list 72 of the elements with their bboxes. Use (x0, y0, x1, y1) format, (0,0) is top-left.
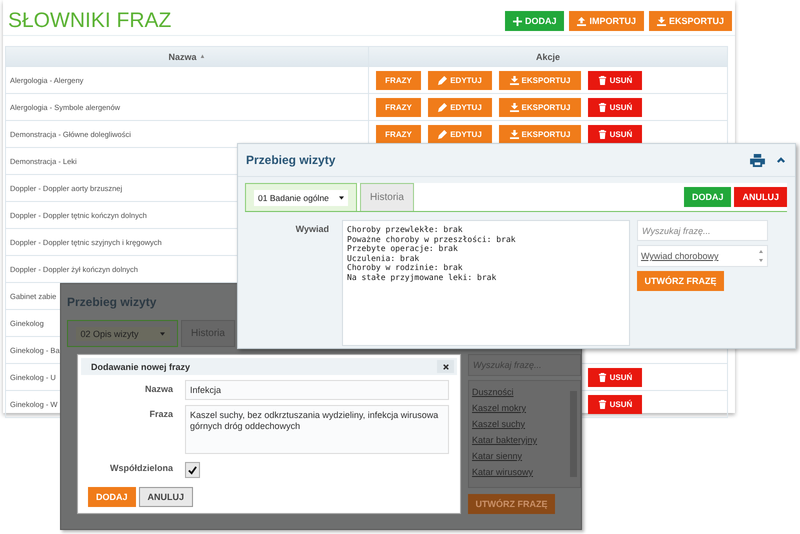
row-action-button[interactable]: USUŃ (588, 125, 642, 144)
row-action-button[interactable]: EDYTUJ (428, 71, 492, 90)
tab[interactable]: 01 Badanie ogólne (245, 183, 357, 211)
field-label: Współdzielona (109, 462, 173, 473)
dialog-button[interactable]: ANULUJ (138, 487, 194, 507)
field-label: Wywiad (294, 223, 330, 234)
field-label: Fraza (148, 408, 173, 419)
row-action-button[interactable]: USUŃ (588, 395, 642, 414)
dialog-title: Dodawanie nowej frazy (91, 362, 190, 372)
download-icon (656, 16, 666, 26)
search-field[interactable]: Wyszukaj frazę... (637, 220, 768, 241)
row-action-button[interactable]: FRAZY (376, 71, 421, 90)
panel-title: Przebieg wizyty (246, 153, 336, 167)
phrase-link[interactable]: Wywiad chorobowy (641, 251, 718, 261)
row-action-button[interactable]: EKSPORTUJ (499, 125, 581, 144)
phrase-link[interactable]: Katar wirusowy (472, 467, 538, 477)
trash-icon (598, 130, 607, 139)
column-header: Akcje (534, 50, 562, 64)
close-icon (442, 364, 448, 370)
create-phrase-button[interactable]: UTWÓRZ FRAZĘ (468, 494, 555, 514)
phrase-link[interactable]: Kaszel suchy (472, 419, 538, 429)
visit-step-dropdown[interactable]: 02 Opis wizyty (76, 326, 170, 340)
pencil-icon (438, 103, 448, 112)
collapse-caret-icon[interactable] (777, 157, 785, 163)
plus-icon (512, 16, 522, 26)
toolbar-button[interactable]: DODAJ (504, 11, 564, 31)
row-action-button[interactable]: FRAZY (376, 98, 421, 117)
create-phrase-button[interactable]: UTWÓRZ FRAZĘ (637, 271, 724, 291)
tab[interactable]: Historia (360, 183, 414, 211)
dropdown-caret-icon (339, 196, 344, 200)
row-action-button[interactable]: EKSPORTUJ (499, 98, 581, 117)
download-icon (510, 103, 519, 112)
row-action-button[interactable]: USUŃ (588, 368, 642, 387)
trash-icon (598, 76, 607, 85)
checkmark-icon (188, 466, 197, 474)
trash-icon (598, 400, 607, 409)
upload-icon (577, 16, 586, 26)
panel-button[interactable]: DODAJ (684, 187, 732, 207)
row-action-button[interactable]: USUŃ (588, 98, 642, 117)
text-area[interactable]: Choroby przewlekłe: brak Poważne choroby w przeszłości: brak Przebyte operacje: brak Uczulenia: brak Choroby w rodzinie: brak Na stałe przyjmowane leki: brak (342, 220, 630, 346)
text-area[interactable]: Kaszel suchy, bez odkrztuszania wydzieliny, infekcja wirusowa górnych dróg oddechowych (185, 405, 449, 454)
close-button[interactable] (437, 360, 454, 373)
trash-icon (598, 373, 607, 382)
pencil-icon (438, 130, 448, 139)
tab[interactable]: 02 Opis wizyty (67, 320, 178, 347)
dialog-button[interactable]: DODAJ (88, 487, 136, 507)
column-header[interactable]: Nazwa (168, 52, 197, 62)
row-action-button[interactable]: EDYTUJ (428, 98, 492, 117)
phrase-link[interactable]: Duszności (472, 387, 538, 397)
download-icon (510, 130, 519, 139)
input-field[interactable]: Infekcja (185, 380, 449, 400)
row-action-button[interactable]: EDYTUJ (428, 125, 492, 144)
page-title: SŁOWNIKI FRAZ (8, 9, 172, 33)
pencil-icon (438, 76, 448, 85)
row-action-button[interactable]: USUŃ (588, 71, 642, 90)
panel-button[interactable]: ANULUJ (734, 187, 787, 207)
scroll-arrows-icon[interactable] (758, 249, 764, 263)
toolbar-button[interactable]: EKSPORTUJ (648, 11, 732, 31)
toolbar-button[interactable]: IMPORTUJ (569, 11, 644, 31)
trash-icon (598, 103, 607, 112)
phrase-link[interactable]: Katar bakteryjny (472, 435, 538, 445)
dropdown-caret-icon (160, 332, 164, 336)
checkbox[interactable] (185, 462, 200, 478)
download-icon (510, 76, 519, 85)
row-action-button[interactable]: EKSPORTUJ (499, 71, 581, 90)
row-action-button[interactable]: FRAZY (376, 125, 421, 144)
phrase-link[interactable]: Kaszel mokry (472, 403, 538, 413)
field-label: Nazwa (144, 383, 173, 394)
panel-title: Przebieg wizyty (67, 295, 156, 309)
visit-step-dropdown[interactable]: 01 Badanie ogólne (254, 190, 348, 206)
phrase-link[interactable]: Katar sienny (472, 451, 538, 461)
print-icon[interactable] (750, 154, 765, 166)
